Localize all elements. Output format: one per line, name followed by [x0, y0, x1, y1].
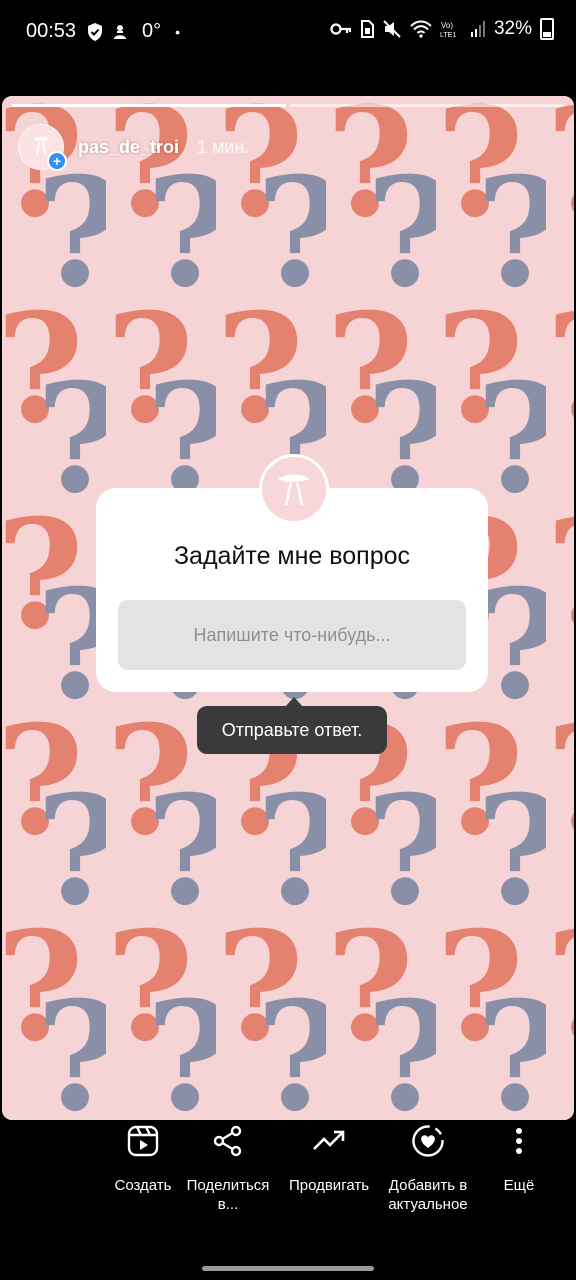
signal-icon: [470, 21, 485, 37]
more-label: Ещё: [503, 1177, 535, 1194]
promote-label: Продвигать: [288, 1177, 370, 1194]
answer-input[interactable]: [118, 600, 466, 670]
highlight-heart-icon: [412, 1125, 444, 1157]
username[interactable]: pas_de_troi: [78, 137, 179, 158]
svg-text:Vo): Vo): [441, 21, 453, 30]
story-time: 1 мин.: [197, 136, 250, 157]
story-progress: [12, 104, 564, 107]
share-label: Поделиться в...: [186, 1177, 270, 1213]
ballet-logo-icon: [278, 474, 310, 506]
status-time: 00:53: [26, 20, 77, 42]
mute-icon: [383, 20, 401, 38]
volte-icon: Vo) LTE1: [440, 21, 456, 39]
weather-icon: [114, 24, 126, 39]
story-actions-bar: Создать Поделиться в... Продвигать Добав…: [0, 1122, 576, 1242]
story-header: + pas_de_troi 1 мин.: [18, 124, 250, 171]
key-icon: [330, 23, 352, 35]
shield-check-icon: [88, 22, 102, 41]
temperature: 0°: [142, 20, 162, 42]
sim-icon: [360, 20, 374, 38]
progress-segment: [12, 104, 286, 107]
battery-percent: 32%: [493, 18, 532, 39]
more-button[interactable]: Ещё: [488, 1122, 550, 1195]
create-label: Создать: [114, 1177, 172, 1194]
avatar[interactable]: +: [18, 124, 67, 171]
promote-button[interactable]: Продвигать: [283, 1122, 375, 1195]
status-bar: 00:53 0° • Vo) LTE1 32%: [0, 0, 576, 66]
tooltip-text: Отправьте ответ.: [221, 719, 363, 740]
reels-create-icon: [127, 1125, 159, 1157]
sticker-avatar: [259, 454, 329, 524]
battery-icon: [540, 18, 554, 40]
home-indicator[interactable]: [202, 1266, 374, 1271]
add-to-highlights-label: Добавить в актуальное: [388, 1177, 468, 1213]
send-answer-tooltip: Отправьте ответ.: [197, 697, 387, 754]
wifi-icon: [410, 20, 432, 38]
share-button[interactable]: Поделиться в...: [183, 1122, 273, 1214]
add-to-highlights-button[interactable]: Добавить в актуальное: [382, 1122, 474, 1214]
question-sticker[interactable]: Задайте мне вопрос: [96, 454, 488, 692]
progress-segment: [290, 104, 564, 107]
trending-up-icon: [313, 1130, 345, 1150]
status-dot: •: [175, 23, 181, 40]
svg-text:LTE1: LTE1: [440, 32, 456, 39]
add-story-icon[interactable]: +: [47, 151, 67, 171]
share-icon: [213, 1125, 242, 1157]
more-vertical-icon: [516, 1128, 522, 1154]
story-view[interactable]: ? ? ? + pas_de_troi 1 мин. Задайте мне в…: [2, 96, 574, 1120]
create-button[interactable]: Создать: [98, 1122, 188, 1195]
sticker-title: Задайте мне вопрос: [173, 542, 411, 570]
